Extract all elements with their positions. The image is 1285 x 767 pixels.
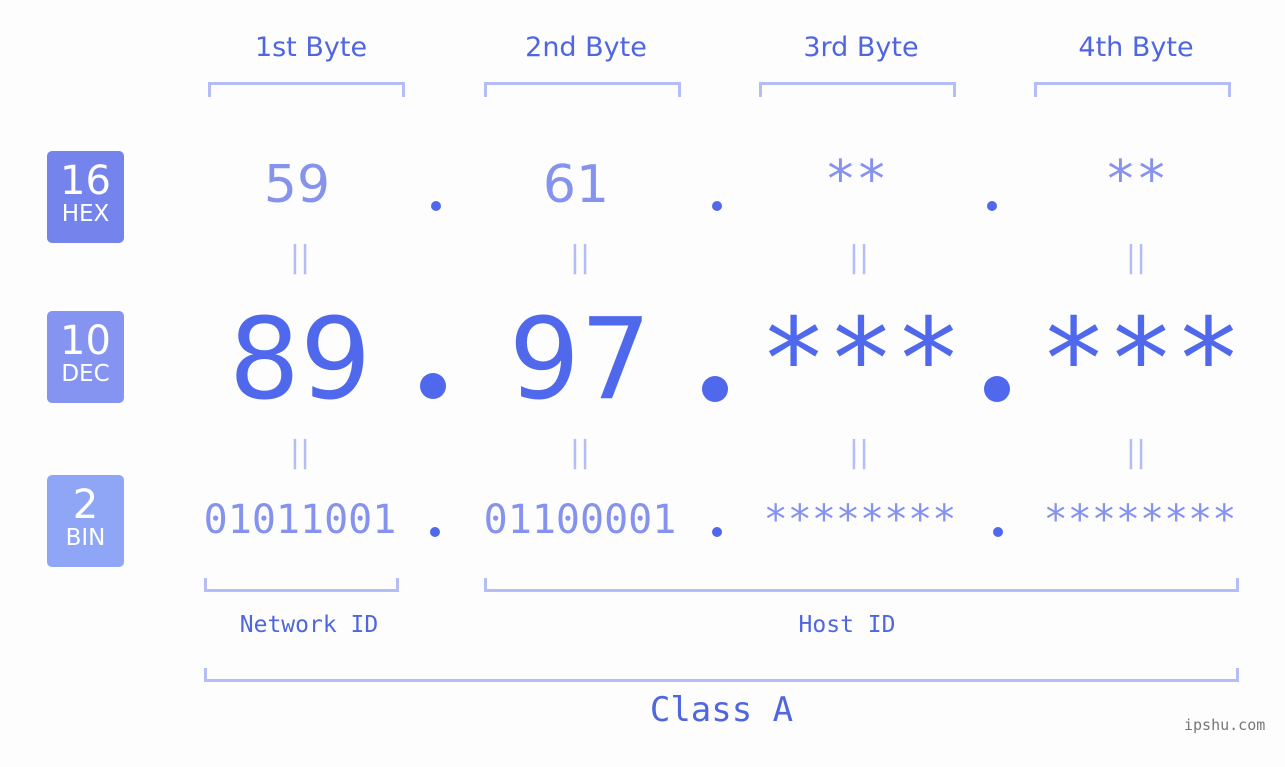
bin-byte-1: 01011001 xyxy=(203,497,397,543)
equals-dec-bin-3: || xyxy=(848,435,870,470)
hex-byte-3: ** xyxy=(824,150,888,210)
dec-base: 10 xyxy=(60,318,111,364)
class-bracket xyxy=(204,668,1239,682)
bin-dot-2 xyxy=(712,527,722,537)
byte-header-2: 2nd Byte xyxy=(525,32,647,63)
dec-dot-1 xyxy=(420,373,446,399)
class-label: Class A xyxy=(649,690,794,730)
byte-header-1: 1st Byte xyxy=(254,32,368,63)
bin-base: 2 xyxy=(72,482,99,528)
hex-label: HEX xyxy=(61,201,110,227)
byte-header-4: 4th Byte xyxy=(1078,32,1194,63)
hex-byte-4: ** xyxy=(1104,150,1168,210)
equals-hex-dec-1: || xyxy=(289,240,311,275)
hex-base: 16 xyxy=(60,158,111,204)
equals-dec-bin-2: || xyxy=(569,435,591,470)
dec-byte-1: 89 xyxy=(228,295,372,425)
dec-dot-3 xyxy=(984,376,1010,402)
hex-dot-3 xyxy=(987,201,997,211)
bin-byte-3: ******** xyxy=(763,497,957,543)
hex-badge: 16 HEX xyxy=(47,151,124,243)
equals-hex-dec-2: || xyxy=(569,240,591,275)
bin-byte-2: 01100001 xyxy=(483,497,677,543)
hex-byte-2: 61 xyxy=(542,155,610,215)
byte-bracket-1 xyxy=(208,82,405,97)
bin-dot-1 xyxy=(430,527,440,537)
host-id-label: Host ID xyxy=(798,612,896,638)
dec-badge: 10 DEC xyxy=(47,311,124,403)
dec-byte-3: *** xyxy=(759,295,963,425)
equals-hex-dec-4: || xyxy=(1125,240,1147,275)
byte-bracket-2 xyxy=(484,82,681,97)
bin-badge: 2 BIN xyxy=(47,475,124,567)
bin-label: BIN xyxy=(65,525,106,551)
dec-byte-4: *** xyxy=(1039,295,1243,425)
host-id-bracket xyxy=(484,578,1239,592)
network-id-label: Network ID xyxy=(239,612,379,638)
bin-dot-3 xyxy=(993,527,1003,537)
watermark: ipshu.com xyxy=(1184,716,1266,734)
byte-bracket-4 xyxy=(1034,82,1231,97)
hex-byte-1: 59 xyxy=(263,155,331,215)
dec-label: DEC xyxy=(61,361,110,387)
byte-bracket-3 xyxy=(759,82,956,97)
byte-header-3: 3rd Byte xyxy=(803,32,919,63)
equals-dec-bin-4: || xyxy=(1125,435,1147,470)
equals-dec-bin-1: || xyxy=(289,435,311,470)
bin-byte-4: ******** xyxy=(1043,497,1237,543)
hex-dot-2 xyxy=(712,201,722,211)
network-id-bracket xyxy=(204,578,399,592)
dec-byte-2: 97 xyxy=(508,295,652,425)
equals-hex-dec-3: || xyxy=(848,240,870,275)
dec-dot-2 xyxy=(702,376,728,402)
hex-dot-1 xyxy=(431,201,441,211)
